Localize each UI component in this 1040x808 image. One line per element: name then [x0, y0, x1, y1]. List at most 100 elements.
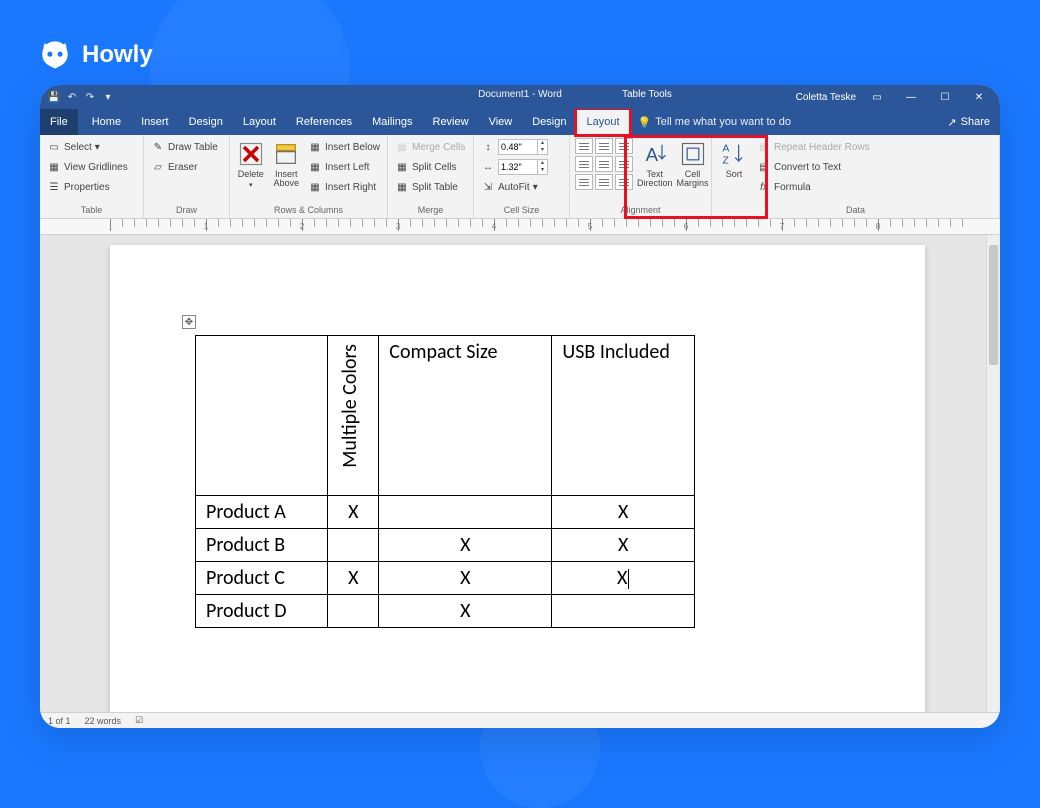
- view-gridlines-button[interactable]: ▦View Gridlines: [45, 158, 130, 176]
- tab-home[interactable]: Home: [82, 109, 131, 135]
- tell-me-search[interactable]: 💡 Tell me what you want to do: [630, 109, 799, 135]
- table-cell[interactable]: [328, 595, 379, 628]
- insert-below-label: Insert Below: [325, 142, 380, 153]
- tab-view[interactable]: View: [479, 109, 523, 135]
- table-cell[interactable]: [328, 529, 379, 562]
- insert-above-button[interactable]: Insert Above: [270, 138, 301, 189]
- tab-references[interactable]: References: [286, 109, 362, 135]
- header-compact-size[interactable]: Compact Size: [379, 336, 552, 496]
- undo-icon[interactable]: ↶: [66, 91, 78, 103]
- brand-name: Howly: [82, 41, 153, 69]
- share-button[interactable]: ↗ Share: [937, 109, 1000, 135]
- table-row: Product D X: [196, 595, 695, 628]
- delete-button[interactable]: Delete ▾: [235, 138, 266, 189]
- horizontal-ruler[interactable]: 12345678: [40, 219, 1000, 235]
- table-cell[interactable]: X: [379, 529, 552, 562]
- select-button[interactable]: ▭Select▾: [45, 138, 130, 156]
- cell-text: X: [617, 566, 627, 590]
- tab-table-layout[interactable]: Layout: [576, 109, 629, 135]
- scrollbar-thumb[interactable]: [989, 245, 998, 365]
- align-top-left[interactable]: [575, 138, 593, 154]
- header-usb-included[interactable]: USB Included: [552, 336, 695, 496]
- table-move-handle-icon[interactable]: ✥: [182, 315, 196, 329]
- redo-icon[interactable]: ↷: [84, 91, 96, 103]
- ribbon-display-options-icon[interactable]: ▭: [864, 87, 890, 107]
- sort-button[interactable]: AZ Sort: [717, 138, 751, 179]
- align-top-right[interactable]: [615, 138, 633, 154]
- split-cells-label: Split Cells: [412, 162, 456, 173]
- insert-above-icon: [272, 140, 300, 168]
- draw-table-button[interactable]: ✎Draw Table: [149, 138, 220, 156]
- spin-down-icon[interactable]: ▾: [538, 147, 547, 154]
- width-icon: ↔: [481, 160, 495, 174]
- page-indicator[interactable]: 1 of 1: [48, 716, 71, 726]
- eraser-label: Eraser: [168, 162, 197, 173]
- row-label[interactable]: Product B: [196, 529, 328, 562]
- table-cell[interactable]: X: [552, 529, 695, 562]
- tab-review[interactable]: Review: [423, 109, 479, 135]
- vertical-scrollbar[interactable]: [986, 235, 1000, 712]
- formula-button[interactable]: fxFormula: [755, 178, 872, 196]
- tab-table-design[interactable]: Design: [522, 109, 576, 135]
- align-bottom-right[interactable]: [615, 174, 633, 190]
- table-cell[interactable]: X: [552, 496, 695, 529]
- row-label[interactable]: Product D: [196, 595, 328, 628]
- group-label-draw: Draw: [144, 203, 229, 218]
- spellcheck-icon[interactable]: ☑: [135, 715, 143, 726]
- spin-up-icon[interactable]: ▴: [538, 160, 547, 167]
- tab-layout[interactable]: Layout: [233, 109, 286, 135]
- tab-insert[interactable]: Insert: [131, 109, 179, 135]
- tab-mailings[interactable]: Mailings: [362, 109, 422, 135]
- header-multiple-colors[interactable]: Multiple Colors: [328, 336, 379, 496]
- spin-down-icon[interactable]: ▾: [538, 167, 547, 174]
- table-cell[interactable]: X: [379, 562, 552, 595]
- row-label[interactable]: Product A: [196, 496, 328, 529]
- tab-file[interactable]: File: [40, 109, 78, 135]
- text-direction-button[interactable]: A Text Direction: [637, 138, 673, 189]
- alignment-grid: [575, 138, 633, 190]
- split-table-button[interactable]: ▦Split Table: [393, 178, 467, 196]
- cell-margins-button[interactable]: Cell Margins: [677, 138, 709, 189]
- convert-to-text-button[interactable]: ▤Convert to Text: [755, 158, 872, 176]
- maximize-icon[interactable]: ☐: [932, 87, 958, 107]
- howly-logo: Howly: [38, 38, 153, 72]
- page: ✥ Multiple Colors Compact Size USB Inclu…: [110, 245, 925, 712]
- tab-design[interactable]: Design: [179, 109, 233, 135]
- insert-below-button[interactable]: ▦Insert Below: [306, 138, 382, 156]
- table-cell[interactable]: X: [552, 562, 695, 595]
- word-count[interactable]: 22 words: [85, 716, 122, 726]
- fx-icon: fx: [757, 180, 771, 194]
- table-cell[interactable]: [379, 496, 552, 529]
- align-middle-left[interactable]: [575, 156, 593, 172]
- row-label[interactable]: Product C: [196, 562, 328, 595]
- document-table[interactable]: Multiple Colors Compact Size USB Include…: [195, 335, 695, 628]
- header-empty[interactable]: [196, 336, 328, 496]
- insert-left-button[interactable]: ▦Insert Left: [306, 158, 382, 176]
- row-height-input[interactable]: [499, 142, 537, 152]
- eraser-button[interactable]: ▱Eraser: [149, 158, 220, 176]
- insert-right-button[interactable]: ▦Insert Right: [306, 178, 382, 196]
- document-area[interactable]: ✥ Multiple Colors Compact Size USB Inclu…: [40, 235, 1000, 712]
- table-cell[interactable]: X: [328, 496, 379, 529]
- split-cells-button[interactable]: ▦Split Cells: [393, 158, 467, 176]
- save-icon[interactable]: 💾: [48, 91, 60, 103]
- align-top-center[interactable]: [595, 138, 613, 154]
- col-width-field[interactable]: ↔ ▴▾: [479, 158, 550, 176]
- minimize-icon[interactable]: —: [898, 87, 924, 107]
- table-cell[interactable]: X: [379, 595, 552, 628]
- table-cell[interactable]: X: [328, 562, 379, 595]
- properties-button[interactable]: ☰Properties: [45, 178, 130, 196]
- table-cell[interactable]: [552, 595, 695, 628]
- close-icon[interactable]: ✕: [966, 87, 992, 107]
- autofit-button[interactable]: ⇲AutoFit▾: [479, 178, 550, 196]
- align-bottom-left[interactable]: [575, 174, 593, 190]
- select-label: Select: [64, 142, 92, 153]
- align-middle-right[interactable]: [615, 156, 633, 172]
- row-height-field[interactable]: ↕ ▴▾: [479, 138, 550, 156]
- qat-customize-icon[interactable]: ▾: [102, 91, 114, 103]
- align-middle-center[interactable]: [595, 156, 613, 172]
- align-bottom-center[interactable]: [595, 174, 613, 190]
- col-width-input[interactable]: [499, 162, 537, 172]
- svg-text:A: A: [645, 144, 658, 165]
- spin-up-icon[interactable]: ▴: [538, 140, 547, 147]
